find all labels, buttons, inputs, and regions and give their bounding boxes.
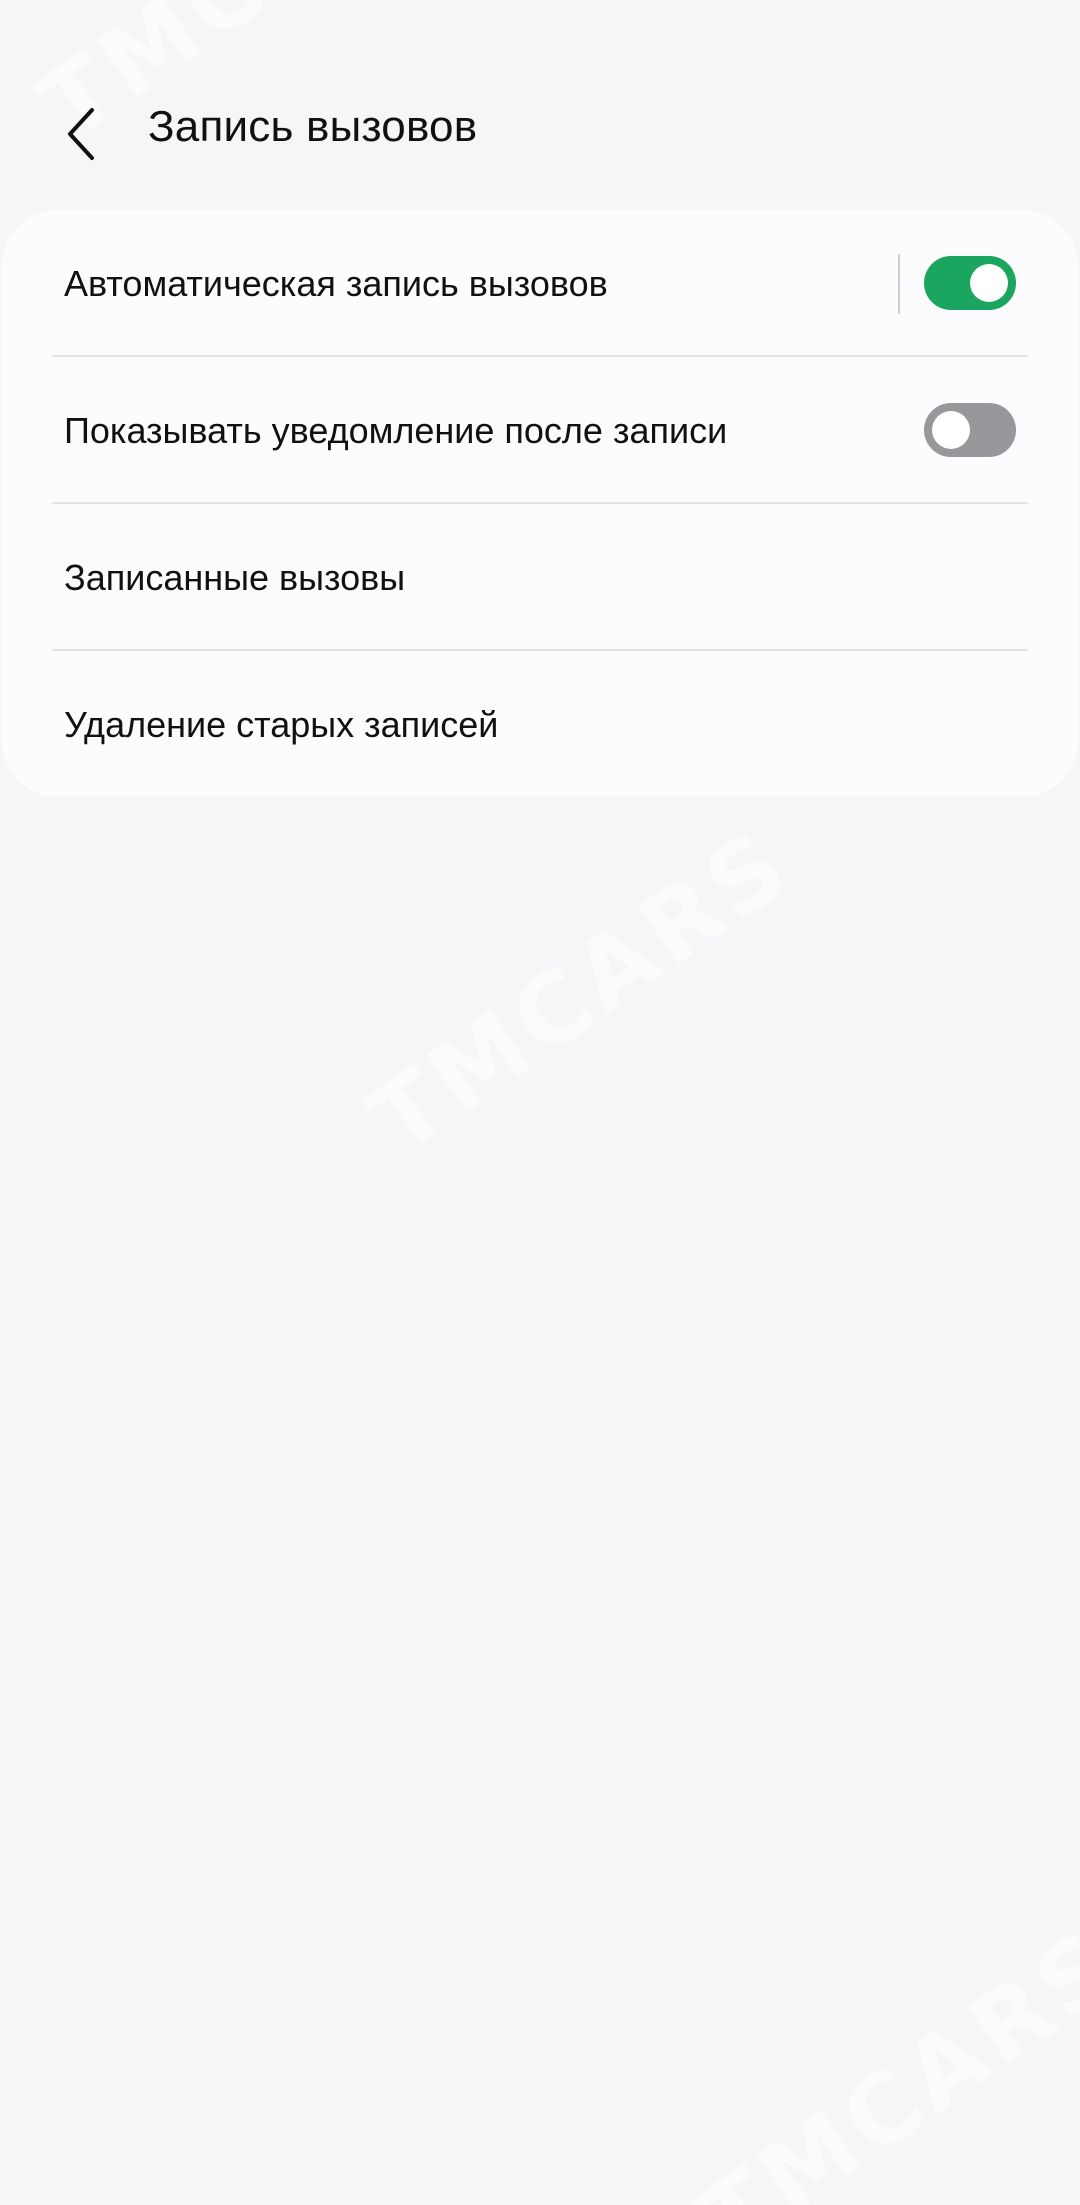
setting-delete-old-recordings[interactable]: Удаление старых записей: [2, 651, 1078, 797]
setting-recorded-calls[interactable]: Записанные вызовы: [2, 504, 1078, 651]
setting-label: Записанные вызовы: [64, 556, 406, 598]
toggle-knob: [932, 411, 970, 449]
vertical-divider: [898, 254, 900, 314]
setting-label: Удаление старых записей: [64, 703, 499, 745]
show-notification-toggle[interactable]: [924, 403, 1016, 457]
auto-record-toggle[interactable]: [924, 256, 1016, 310]
back-button[interactable]: [42, 94, 122, 174]
app-bar: Запись вызовов: [0, 80, 1080, 180]
call-recording-screen: TMCARS Запись вызовов Автоматическая зап…: [0, 0, 1080, 2205]
settings-card: Автоматическая запись вызовов Показывать…: [2, 210, 1078, 797]
setting-label: Показывать уведомление после записи: [64, 409, 728, 451]
watermark: TMCARS: [680, 1906, 1080, 2205]
chevron-left-icon: [68, 108, 94, 160]
setting-auto-record[interactable]: Автоматическая запись вызовов: [2, 210, 1078, 357]
watermark: TMCARS: [350, 806, 812, 1177]
toggle-knob: [970, 264, 1008, 302]
setting-label: Автоматическая запись вызовов: [64, 262, 608, 304]
page-title: Запись вызовов: [148, 102, 478, 151]
setting-show-notification[interactable]: Показывать уведомление после записи: [2, 357, 1078, 504]
